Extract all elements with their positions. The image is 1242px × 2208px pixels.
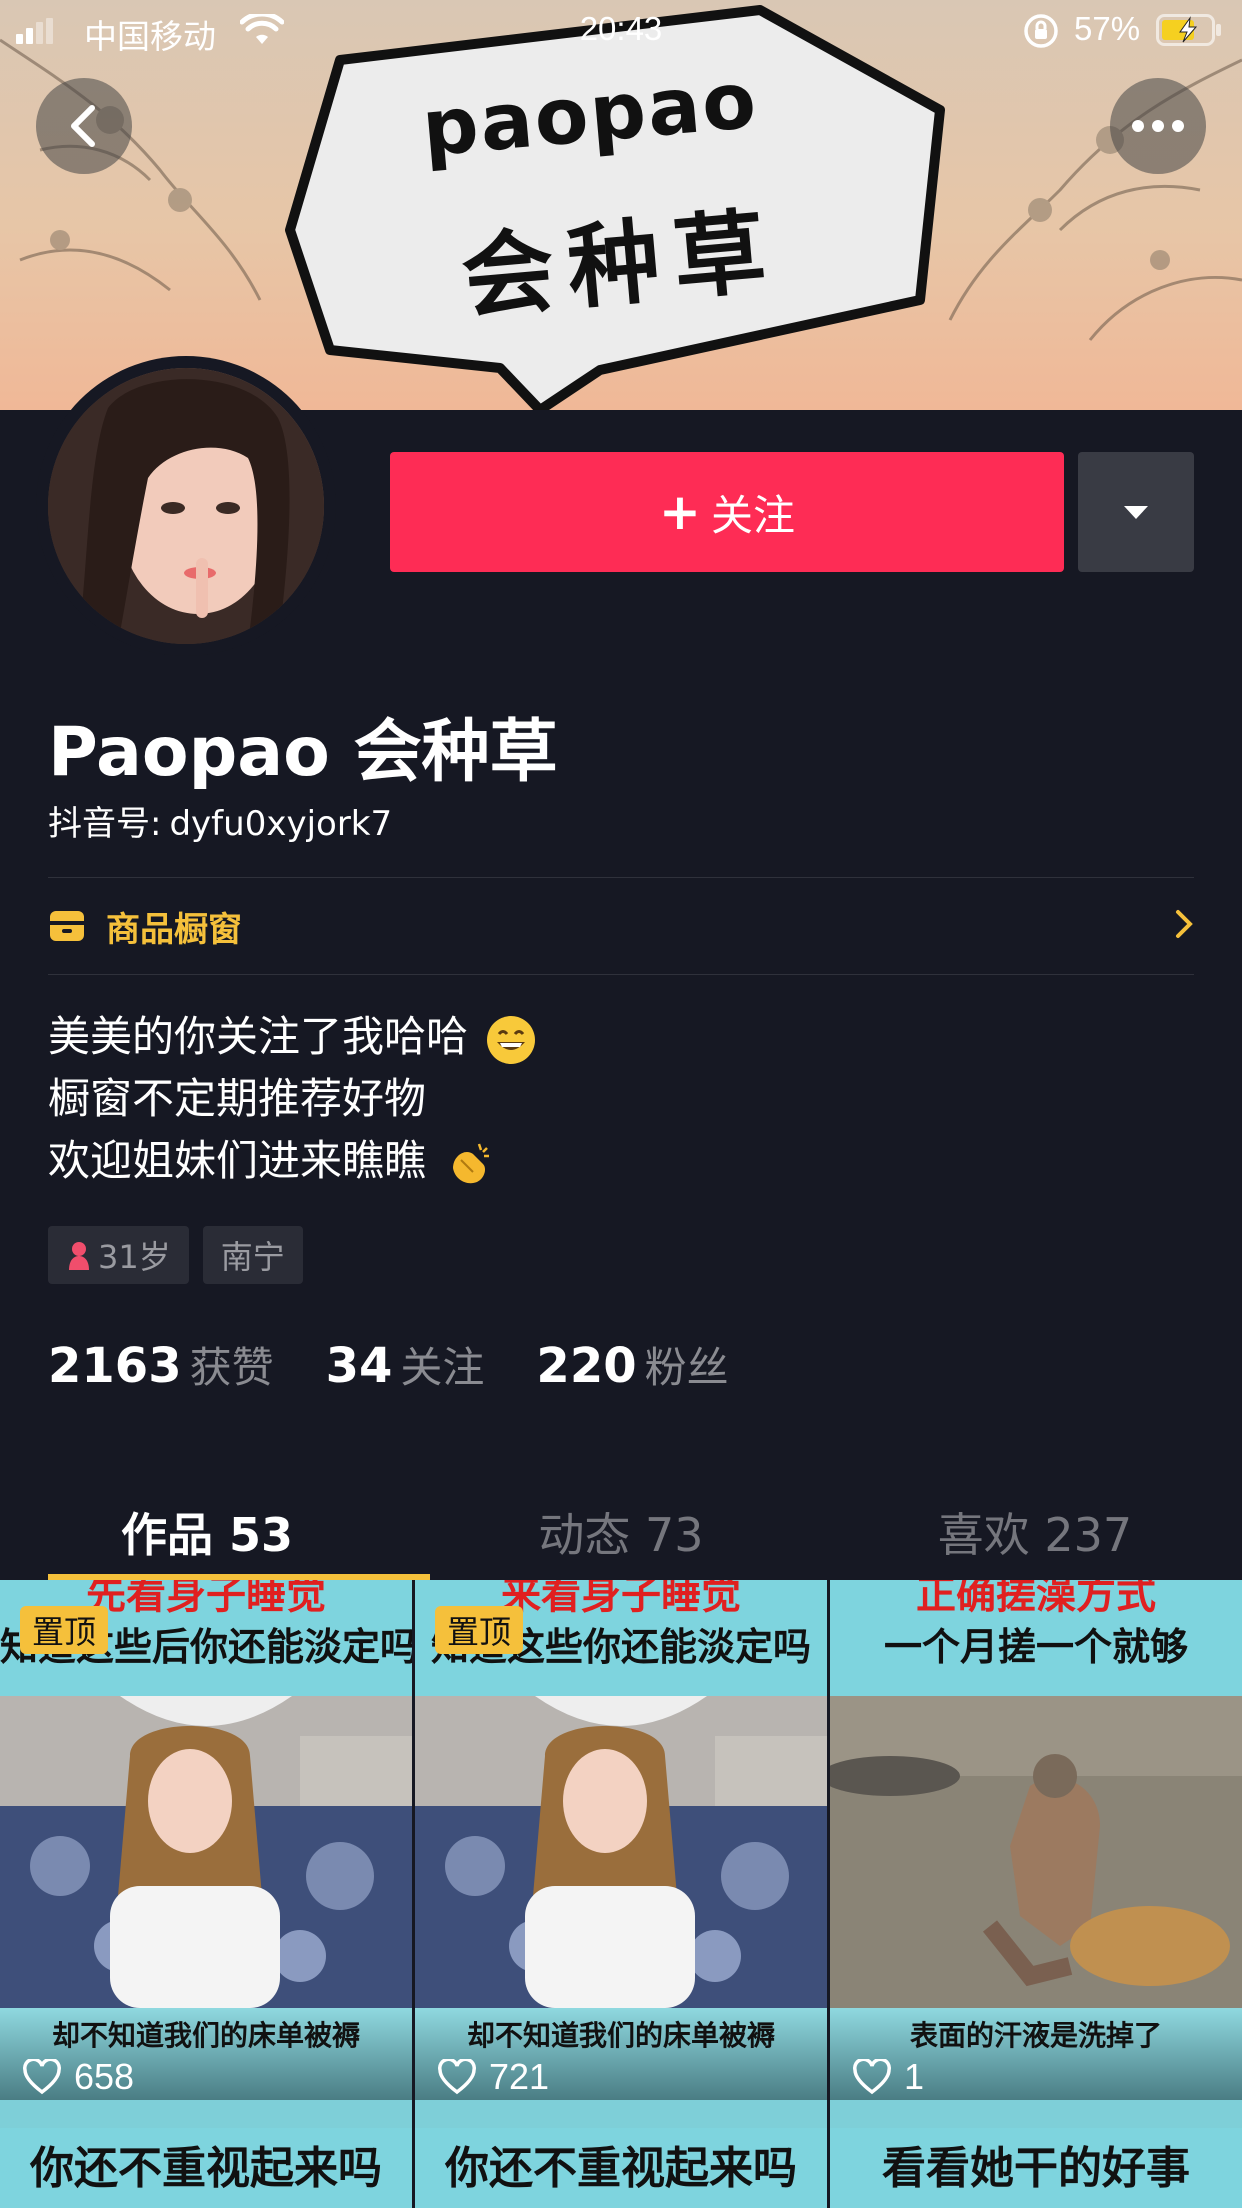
video-photo [415,1696,827,2008]
caption-bottom: 你还不重视起来吗 [0,2128,412,2208]
video-thumbnail[interactable]: 先看身子睡觉 知道这些后你还能淡定吗 却不知道我们的床单被褥 置顶 658 你还… [0,1580,412,2208]
recommend-dropdown-button[interactable] [1078,452,1194,572]
video-likes: 658 [22,2056,134,2098]
tab-works[interactable]: 作品 53 [0,1484,414,1580]
heart-icon [853,2059,891,2095]
female-icon [69,1242,89,1270]
profile-tags: 31岁 南宁 [48,1226,303,1284]
heart-icon [23,2059,61,2095]
bio-line: 橱窗不定期推荐好物 [48,1074,427,1123]
divider [48,974,1194,975]
clapping-hands-emoji-icon [453,1143,490,1183]
avatar-portrait [48,368,324,644]
shop-window-label: 商品橱窗 [106,909,242,950]
pinned-badge: 置顶 [435,1606,524,1654]
video-photo [830,1696,1242,2008]
profile-stats: 2163 获赞 34 关注 220 粉丝 [48,1334,781,1395]
video-thumbnail[interactable]: 正确搓澡方式 一个月搓一个就够 表面的汗液是洗掉了 1 看看她干的好事 [830,1580,1242,2208]
avatar[interactable] [48,368,324,644]
profile-name: Paopao 会种草 [48,713,558,792]
grinning-face-emoji-icon [487,1015,536,1064]
shop-window-row[interactable]: 商品橱窗 [48,878,1194,974]
tab-likes[interactable]: 喜欢 237 [828,1484,1242,1580]
caption-bottom: 看看她干的好事 [830,2128,1242,2208]
battery-percent: 57% [1074,10,1141,47]
video-photo [0,1696,412,2008]
video-likes: 1 [852,2056,924,2098]
pinned-badge: 置顶 [20,1606,109,1654]
douyin-id-label: 抖音号: [48,804,162,844]
more-options-button[interactable] [1110,78,1206,174]
caption-top: 正确搓澡方式 一个月搓一个就够 [830,1580,1242,1696]
status-bar: 中国移动 20:43 57% [0,0,1242,60]
follow-button[interactable]: + 关注 [390,452,1064,572]
following-stat[interactable]: 34 关注 [326,1334,485,1395]
caption-bottom: 你还不重视起来吗 [415,2128,827,2208]
chevron-right-icon [1176,910,1193,938]
age-tag: 31岁 [48,1226,189,1284]
chevron-left-icon [71,105,95,147]
douyin-id-value: dyfu0xyjork7 [169,804,393,844]
bio: 美美的你关注了我哈哈 橱窗不定期推荐好物 欢迎姐妹们进来瞧瞧 [48,1006,537,1192]
plus-icon: + [659,483,701,541]
video-likes: 721 [437,2056,549,2098]
battery-icon [1156,14,1221,46]
video-thumbnail[interactable]: 来看身子睡觉 知道这些你还能淡定吗 却不知道我们的床单被褥 置顶 721 你还不… [415,1580,827,2208]
caption-mid: 却不知道我们的床单被褥 [466,2019,775,2052]
caption-mid: 却不知道我们的床单被褥 [51,2019,360,2052]
back-button[interactable] [36,78,132,174]
location-tag: 南宁 [202,1226,303,1284]
douyin-id[interactable]: 抖音号: dyfu0xyjork7 [48,796,392,845]
content-tabs: 作品 53 动态 73 喜欢 237 [0,1484,1242,1580]
caret-down-icon [1124,506,1148,519]
video-grid: 先看身子睡觉 知道这些后你还能淡定吗 却不知道我们的床单被褥 置顶 658 你还… [0,1580,1242,2208]
caption-mid: 表面的汗液是洗掉了 [909,2019,1162,2052]
bio-line: 美美的你关注了我哈哈 [48,1006,537,1068]
likes-stat: 2163 获赞 [48,1338,274,1394]
followers-stat[interactable]: 220 粉丝 [536,1334,728,1395]
rotation-lock-icon [1024,14,1058,48]
heart-icon [438,2059,476,2095]
ellipsis-icon [1132,120,1184,132]
profile-banner: paopao 会种草 [0,0,1242,410]
tab-dynamics[interactable]: 动态 73 [414,1484,828,1580]
bio-line: 欢迎姐妹们进来瞧瞧 [48,1130,537,1192]
shop-icon [50,911,84,941]
follow-label: 关注 [710,490,795,540]
